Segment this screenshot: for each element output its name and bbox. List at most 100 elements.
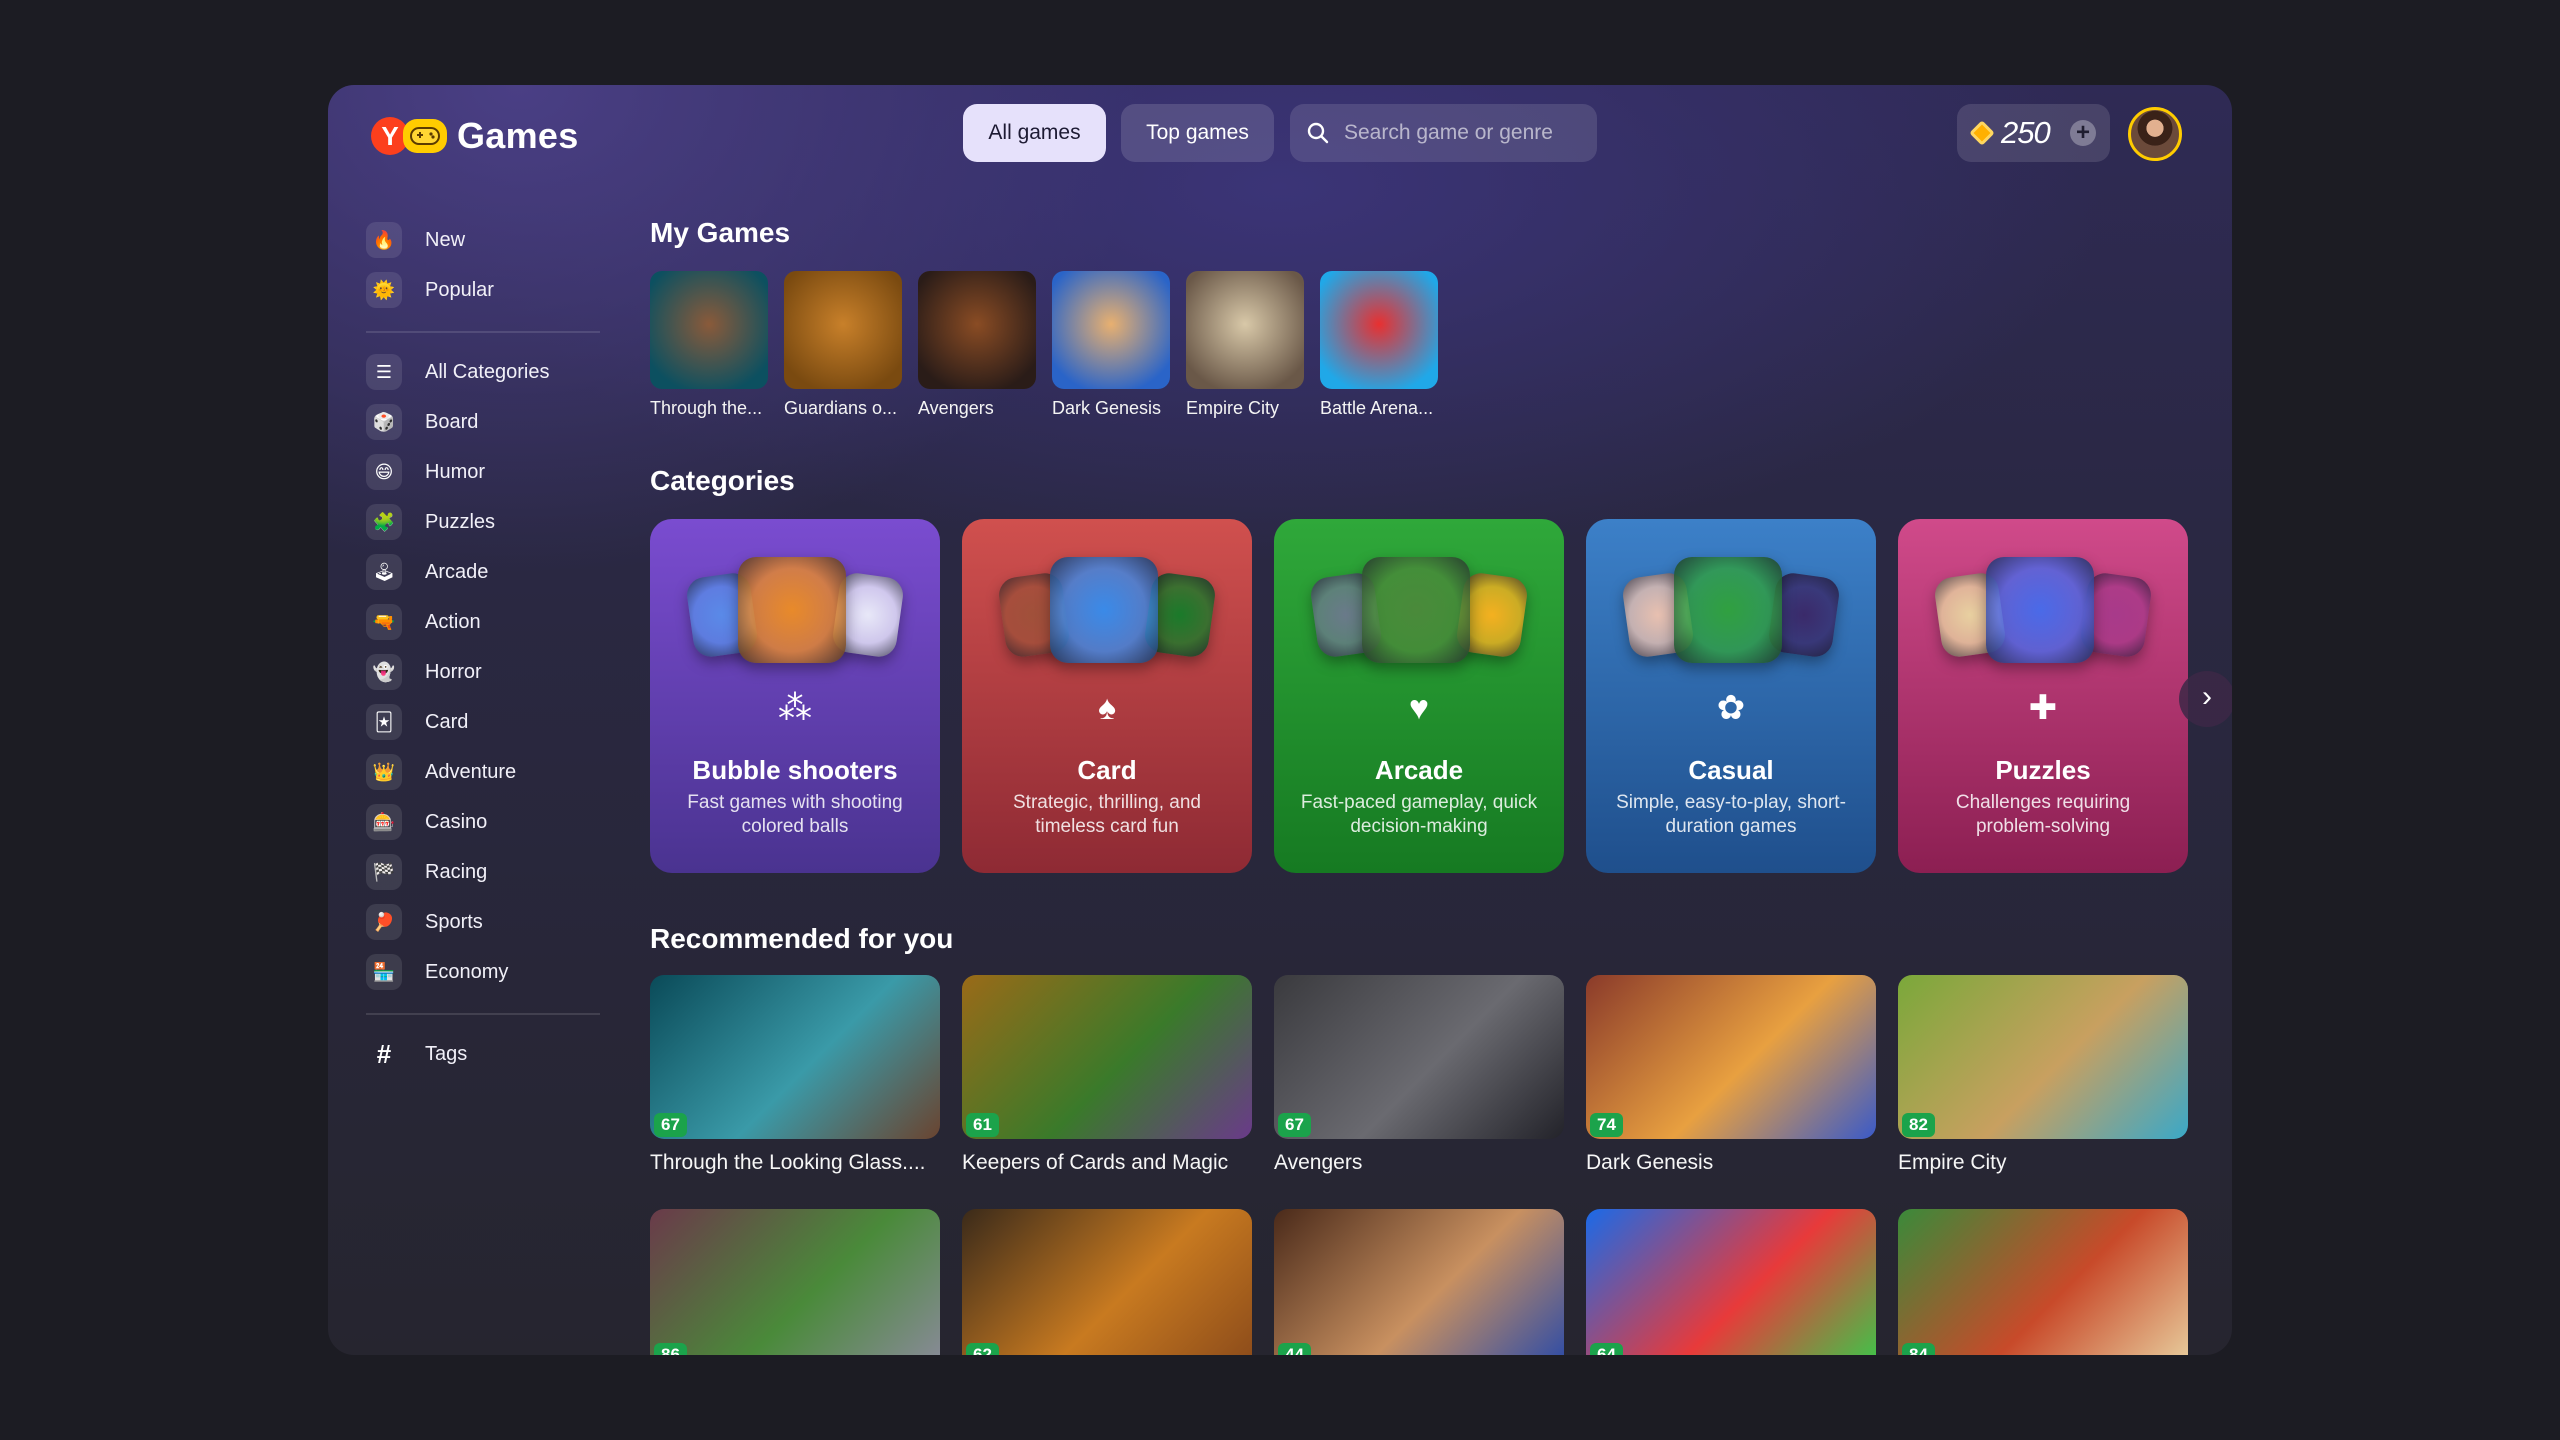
category-artwork-tile <box>1674 557 1782 663</box>
sidebar-divider <box>366 1013 600 1015</box>
game-thumbnail: 61 <box>962 975 1252 1139</box>
sidebar-item-card[interactable]: 🃏 Card <box>366 697 606 747</box>
sidebar-item-racing[interactable]: 🏁 Racing <box>366 847 606 897</box>
sidebar-item-label: Tags <box>425 1042 468 1065</box>
logo[interactable]: Y Games <box>371 115 579 157</box>
category-description: Fast-paced gameplay, quick decision-maki… <box>1300 792 1538 837</box>
sidebar-item-horror[interactable]: 👻 Horror <box>366 647 606 697</box>
rating-badge: 82 <box>1902 1113 1935 1137</box>
recommended-game-card[interactable]: 86 <box>650 1209 940 1355</box>
sidebar-item-tags[interactable]: # Tags <box>366 1029 606 1079</box>
fire-icon: 🔥 <box>366 222 402 258</box>
category-artwork <box>680 553 910 663</box>
sun-icon: 🌞 <box>366 272 402 308</box>
recommended-game-card[interactable]: 67 Avengers <box>1274 975 1564 1209</box>
sidebar-item-humor[interactable]: 😄 Humor <box>366 447 606 497</box>
sidebar-item-label: New <box>425 228 466 251</box>
categories-title: Categories <box>650 465 795 496</box>
sidebar-item-puzzles[interactable]: 🧩 Puzzles <box>366 497 606 547</box>
recommended-game-card[interactable]: 44 <box>1274 1209 1564 1355</box>
sidebar-item-label: Sports <box>425 910 483 933</box>
recommended-game-card[interactable]: 61 Keepers of Cards and Magic <box>962 975 1252 1209</box>
recommended-game-card[interactable]: 74 Dark Genesis <box>1586 975 1876 1209</box>
my-game-tile[interactable]: Battle Arena... <box>1320 271 1440 419</box>
rating-badge: 84 <box>1902 1343 1935 1355</box>
category-artwork-tile <box>738 557 846 663</box>
sidebar-item-arcade[interactable]: 🕹 Arcade <box>366 547 606 597</box>
sidebar-item-label: Arcade <box>425 560 489 583</box>
game-title: Guardians o... <box>784 398 898 418</box>
my-game-tile[interactable]: Through the... <box>650 271 770 419</box>
rating-badge: 74 <box>1590 1113 1623 1137</box>
category-card-bubble-shooters[interactable]: ⁂ Bubble shooters Fast games with shooting… <box>650 519 940 873</box>
recommended-game-card[interactable]: 62 <box>962 1209 1252 1355</box>
game-title: Empire City <box>1186 398 1280 418</box>
sidebar-item-sports[interactable]: 🏓 Sports <box>366 897 606 947</box>
rating-badge: 62 <box>966 1343 999 1355</box>
sidebar-item-board[interactable]: 🎲 Board <box>366 397 606 447</box>
sidebar-item-casino[interactable]: 🎰 Casino <box>366 797 606 847</box>
sidebar-divider <box>366 331 600 333</box>
carousel-next-button[interactable]: › <box>2179 671 2232 727</box>
sidebar-item-action[interactable]: 🔫 Action <box>366 597 606 647</box>
sidebar-item-label: Racing <box>425 860 488 883</box>
category-card-casual[interactable]: ✿ Casual Simple, easy-to-play, short-durat… <box>1586 519 1876 873</box>
category-description: Strategic, thrilling, and timeless card … <box>1013 792 1201 837</box>
my-games-list: Through the... Guardians o... Avengers Dark… <box>650 271 1440 419</box>
category-card-arcade[interactable]: ♥ Arcade Fast-paced gameplay, quick decisi… <box>1274 519 1564 873</box>
list-icon: ☰ <box>366 354 402 390</box>
add-coins-button[interactable]: + <box>2070 120 2096 146</box>
category-artwork <box>1304 553 1534 663</box>
coin-balance[interactable]: 250 + <box>1957 104 2110 162</box>
user-avatar[interactable] <box>2128 107 2182 161</box>
app-window: Y Games All games Top games 250 + 🔥 New 🌞 P… <box>328 85 2232 1355</box>
game-thumbnail: 44 <box>1274 1209 1564 1355</box>
game-thumbnail: 67 <box>650 975 940 1139</box>
sidebar-item-label: Popular <box>425 278 494 301</box>
card-icon: 🃏 <box>366 704 402 740</box>
category-artwork-tile <box>1362 557 1470 663</box>
category-artwork <box>992 553 1222 663</box>
category-artwork-tile <box>1050 557 1158 663</box>
rating-badge: 44 <box>1278 1343 1311 1355</box>
sidebar-item-economy[interactable]: 🏪 Economy <box>366 947 606 997</box>
heart-icon: ♥ <box>1408 689 1430 727</box>
game-thumbnail: 86 <box>650 1209 940 1355</box>
category-card-puzzles[interactable]: ✚ Puzzles Challenges requiring problem-sol… <box>1898 519 2188 873</box>
sidebar-item-label: Casino <box>425 810 488 833</box>
coin-amount: 250 <box>2001 115 2051 150</box>
my-game-tile[interactable]: Guardians o... <box>784 271 904 419</box>
game-title: Empire City <box>1898 1151 2007 1174</box>
recommended-game-card[interactable]: 67 Through the Looking Glass.... <box>650 975 940 1209</box>
sidebar-item-popular[interactable]: 🌞 Popular <box>366 265 606 315</box>
recommended-game-card[interactable]: 64 <box>1586 1209 1876 1355</box>
my-game-tile[interactable]: Dark Genesis <box>1052 271 1172 419</box>
puzzle-piece-icon: ✚ <box>2028 689 2058 727</box>
sidebar-item-label: Adventure <box>425 760 517 783</box>
game-title: Keepers of Cards and Magic <box>962 1151 1229 1174</box>
sidebar-item-new[interactable]: 🔥 New <box>366 215 606 265</box>
search-input[interactable] <box>1344 121 1584 145</box>
game-thumbnail: 67 <box>1274 975 1564 1139</box>
ghost-icon: 👻 <box>366 654 402 690</box>
game-thumbnail <box>1052 271 1170 389</box>
sidebar-item-label: Horror <box>425 660 482 683</box>
recommended-game-card[interactable]: 84 <box>1898 1209 2188 1355</box>
sidebar-item-all-categories[interactable]: ☰ All Categories <box>366 347 606 397</box>
my-game-tile[interactable]: Avengers <box>918 271 1038 419</box>
gun-icon: 🔫 <box>366 604 402 640</box>
game-title: Avengers <box>1274 1151 1363 1174</box>
top-games-tab[interactable]: Top games <box>1121 104 1274 162</box>
all-games-tab[interactable]: All games <box>963 104 1106 162</box>
sidebar-item-label: Economy <box>425 960 509 983</box>
my-game-tile[interactable]: Empire City <box>1186 271 1306 419</box>
sidebar-item-adventure[interactable]: 👑 Adventure <box>366 747 606 797</box>
search-bar[interactable] <box>1290 104 1597 162</box>
recommended-game-card[interactable]: 82 Empire City <box>1898 975 2188 1209</box>
recommended-title: Recommended for you <box>650 923 954 954</box>
rating-badge: 64 <box>1590 1343 1623 1355</box>
sidebar-item-label: Humor <box>425 460 486 483</box>
search-icon <box>1307 122 1329 144</box>
rating-badge: 61 <box>966 1113 999 1137</box>
category-card-card[interactable]: ♠ Card Strategic, thrilling, and timeless … <box>962 519 1252 873</box>
